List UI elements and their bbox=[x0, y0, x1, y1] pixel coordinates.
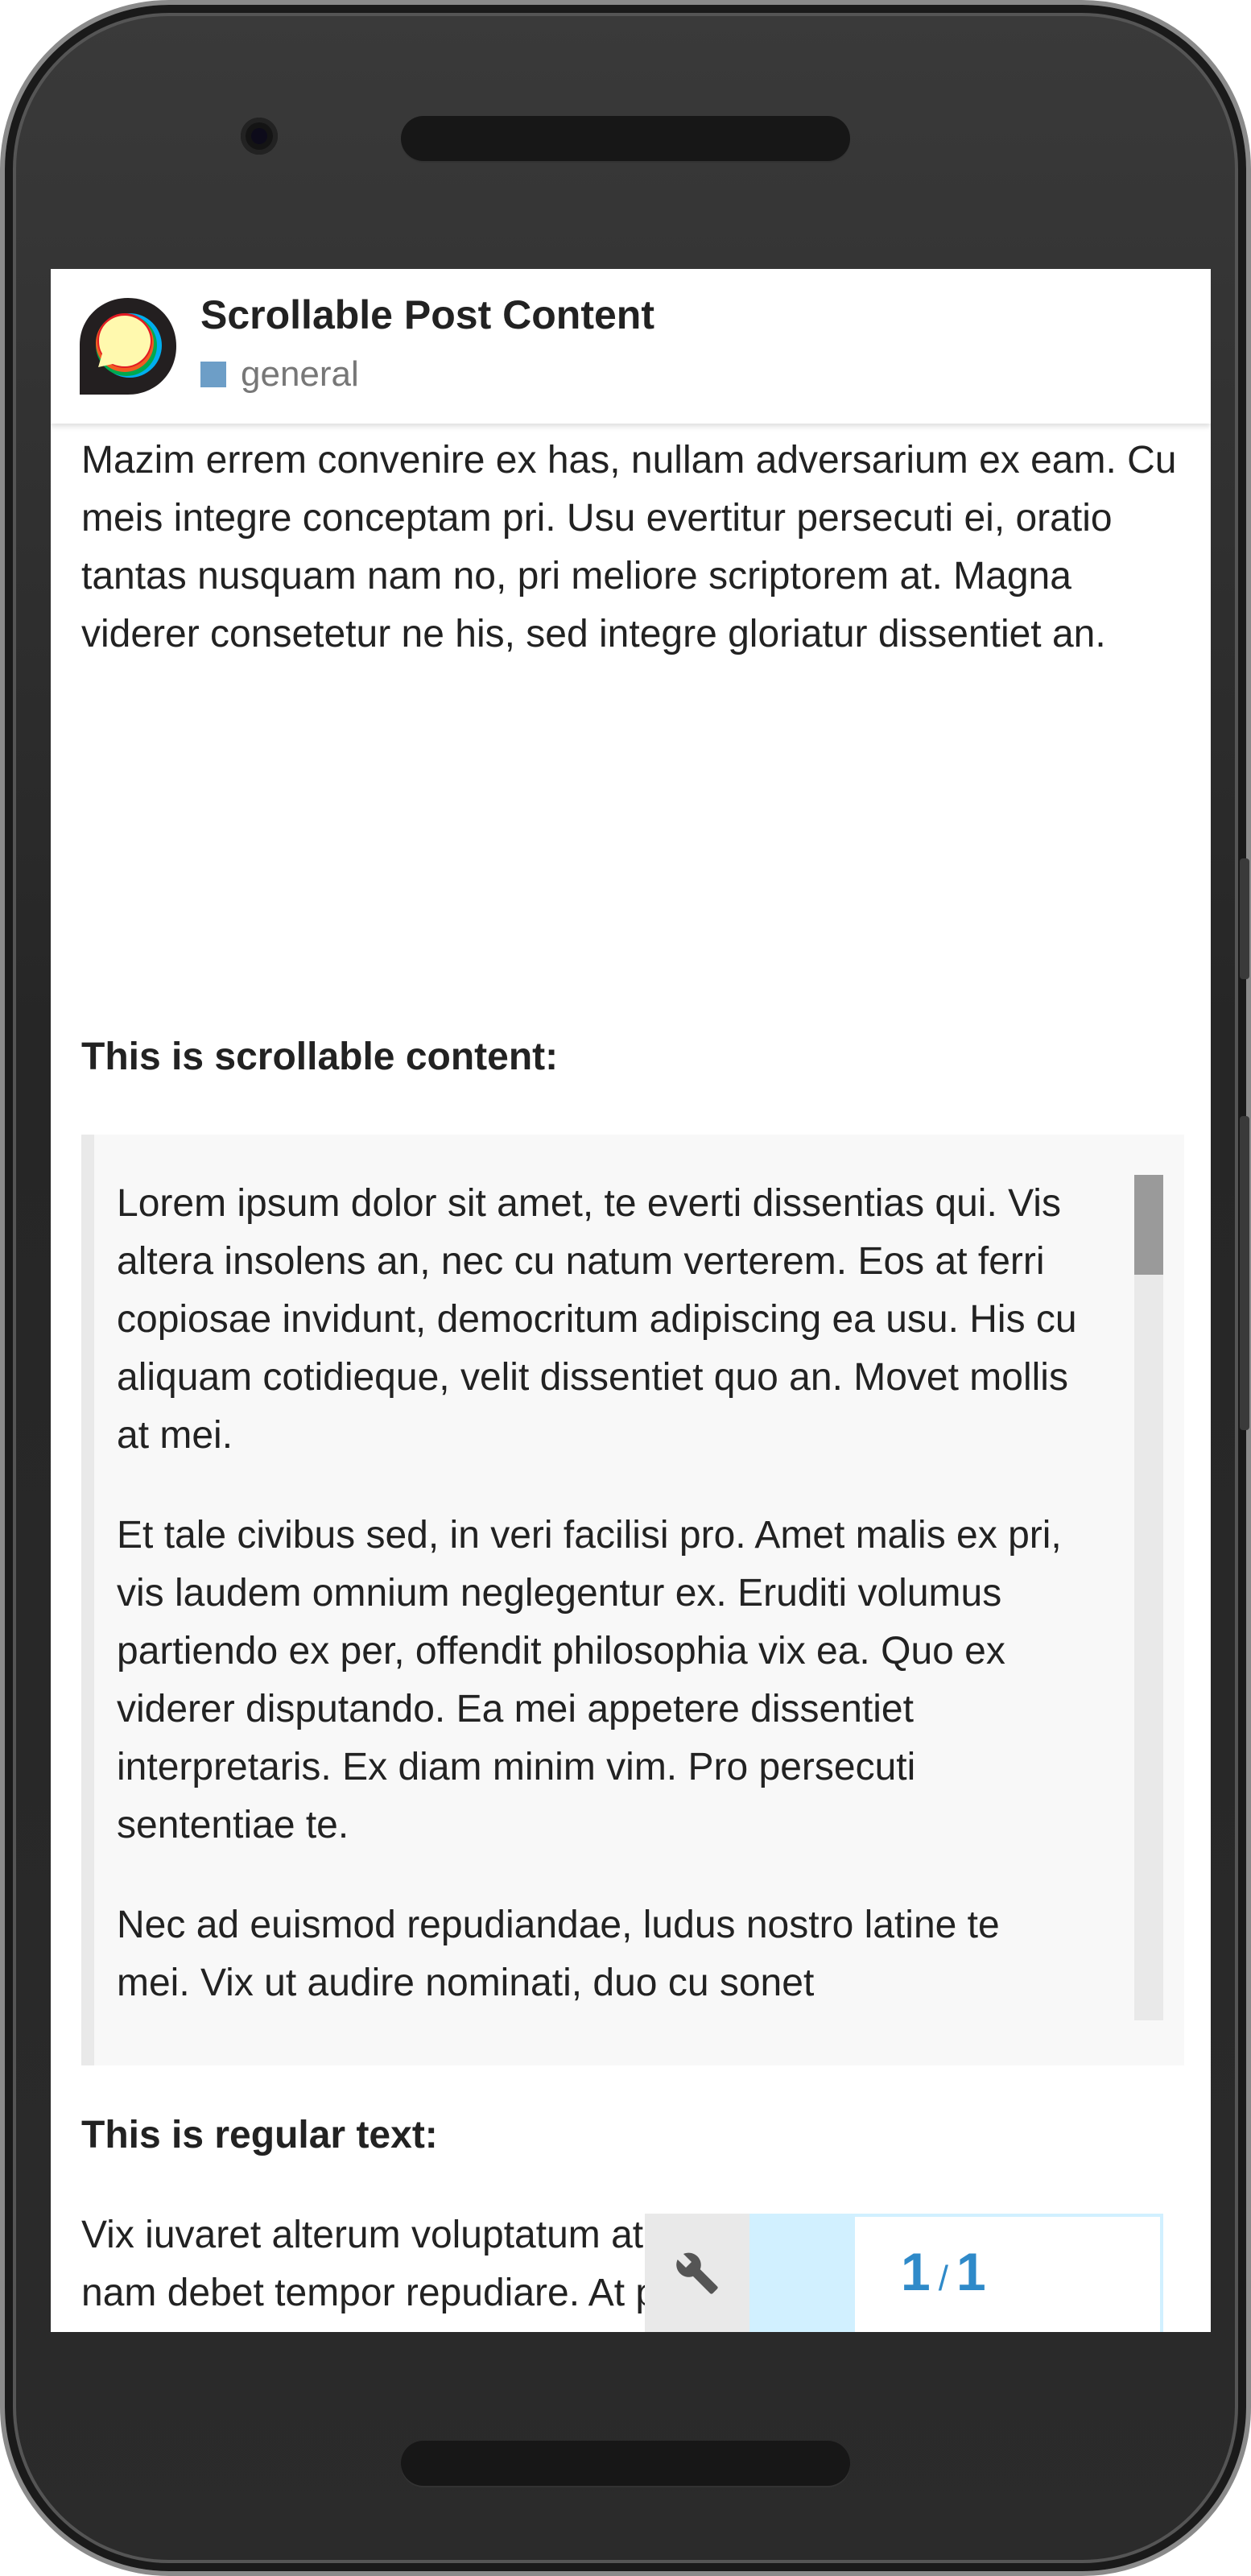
topic-progress-bar[interactable]: 1/1 bbox=[749, 2214, 1163, 2332]
scrollable-paragraph: Nec ad euismod repudiandae, ludus nostro… bbox=[117, 1904, 1000, 2004]
app-screen: Scrollable Post Content general Mazim er… bbox=[51, 269, 1211, 2332]
admin-wrench-button[interactable] bbox=[645, 2214, 749, 2332]
progress-total: 1 bbox=[956, 2242, 986, 2301]
progress-counter: 1/1 bbox=[901, 2241, 986, 2302]
phone-side-button bbox=[1240, 858, 1249, 979]
topic-title[interactable]: Scrollable Post Content bbox=[200, 292, 654, 338]
category-color-swatch bbox=[200, 362, 226, 387]
scrollable-paragraph: Et tale civibus sed, in veri facilisi pr… bbox=[117, 1514, 1062, 1846]
scrollbar-track[interactable] bbox=[1134, 1175, 1163, 2020]
category-badge[interactable]: general bbox=[200, 354, 359, 395]
category-name: general bbox=[241, 354, 359, 394]
progress-fill bbox=[753, 2217, 855, 2332]
discourse-logo-icon[interactable] bbox=[76, 295, 180, 398]
front-camera bbox=[241, 118, 278, 155]
scrollable-content-text: Lorem ipsum dolor sit amet, te everti di… bbox=[117, 1175, 1083, 2054]
bottom-speaker bbox=[401, 2441, 850, 2486]
scrollable-content-box[interactable]: Lorem ipsum dolor sit amet, te everti di… bbox=[81, 1135, 1184, 2065]
regular-text-heading: This is regular text: bbox=[81, 2114, 438, 2156]
phone-volume-button bbox=[1240, 1116, 1249, 1430]
topic-header: Scrollable Post Content general bbox=[51, 269, 1211, 424]
earpiece-speaker bbox=[401, 116, 850, 161]
scrollbar-thumb[interactable] bbox=[1134, 1175, 1163, 1275]
scrollable-paragraph: Lorem ipsum dolor sit amet, te everti di… bbox=[117, 1182, 1077, 1457]
topic-progress-widget: 1/1 bbox=[645, 2214, 1211, 2332]
wrench-icon bbox=[676, 2252, 718, 2294]
progress-separator: / bbox=[938, 2259, 948, 2298]
phone-frame: Scrollable Post Content general Mazim er… bbox=[0, 0, 1251, 2576]
scrollable-heading: This is scrollable content: bbox=[81, 1036, 559, 1078]
post-intro-paragraph: Mazim errem convenire ex has, nullam adv… bbox=[81, 439, 1177, 655]
progress-current: 1 bbox=[901, 2242, 931, 2301]
